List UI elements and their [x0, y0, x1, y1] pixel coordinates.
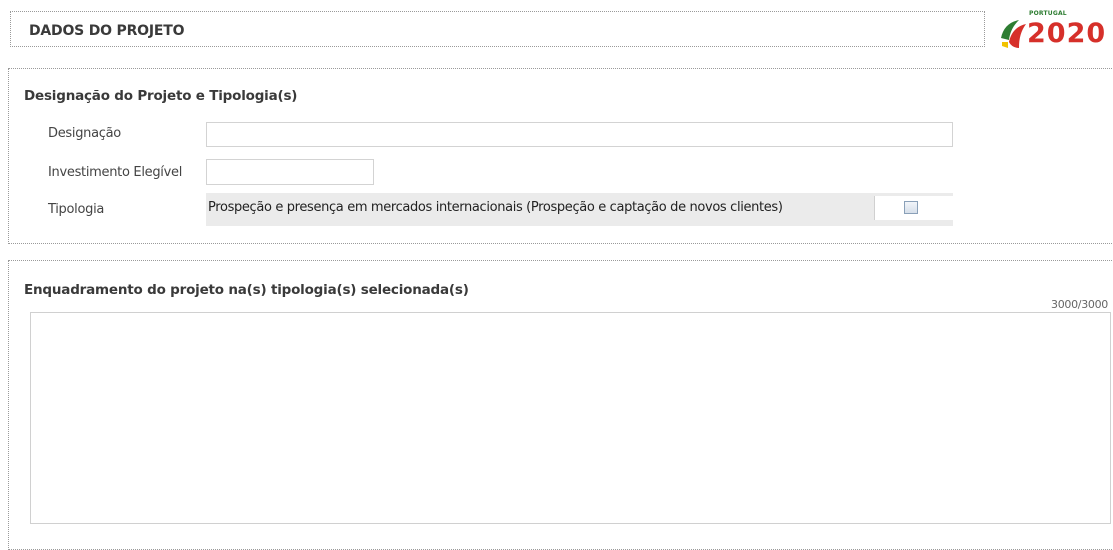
section-header: DADOS DO PROJETO	[10, 11, 985, 47]
designacao-label: Designação	[48, 126, 121, 141]
portugal-2020-logo: PORTUGAL 2020	[997, 10, 1113, 52]
tipologia-label: Tipologia	[48, 202, 105, 217]
investimento-label: Investimento Elegível	[48, 165, 183, 180]
tipologia-checkbox[interactable]	[904, 201, 918, 214]
portugal-2020-logo-icon	[1001, 20, 1026, 48]
enquadramento-textarea[interactable]	[30, 312, 1111, 524]
section-designacao-title: Designação do Projeto e Tipologia(s)	[24, 88, 298, 104]
logo-year-text: 2020	[1027, 18, 1107, 49]
tipologia-check-cell	[874, 196, 953, 220]
tipologia-option-text: Prospeção e presença em mercados interna…	[208, 200, 783, 215]
character-counter: 3000/3000	[1051, 298, 1108, 311]
logo-small-text: PORTUGAL	[1029, 10, 1067, 17]
page-title: DADOS DO PROJETO	[29, 23, 185, 39]
designacao-input[interactable]	[206, 122, 953, 147]
section-enquadramento-title: Enquadramento do projeto na(s) tipologia…	[24, 282, 469, 298]
tipologia-row: Prospeção e presença em mercados interna…	[206, 193, 953, 226]
investimento-input[interactable]	[206, 159, 374, 185]
